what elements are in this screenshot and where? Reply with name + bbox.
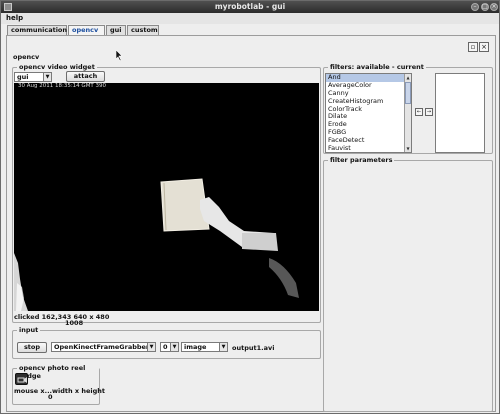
input-type-select[interactable]: image ▼ <box>181 342 228 352</box>
title-bar[interactable]: myrobotlab - gui – □ × <box>1 1 499 13</box>
scrollbar-thumb[interactable] <box>405 82 411 104</box>
panel-title: opencv <box>13 53 40 61</box>
tab-opencv[interactable]: opencv <box>68 25 105 35</box>
current-filters-list[interactable] <box>435 73 485 153</box>
chevron-down-icon: ▼ <box>219 343 227 351</box>
filters-title: filters: available - current <box>328 63 426 71</box>
video-status-text: clicked 162,343 640 x 480 <box>14 313 110 321</box>
app-window: myrobotlab - gui – □ × help communicatio… <box>0 0 500 414</box>
camera-index-value: 0 <box>163 343 168 351</box>
stop-button[interactable]: stop <box>17 342 47 353</box>
chevron-down-icon: ▼ <box>147 343 155 351</box>
add-filter-button[interactable]: ← <box>415 108 423 116</box>
photo-reel-value: 0 <box>48 393 53 401</box>
maximize-icon[interactable]: □ <box>481 3 489 11</box>
menu-help[interactable]: help <box>6 14 23 22</box>
window-title: myrobotlab - gui <box>214 2 286 11</box>
source-select-value: gui <box>17 73 29 81</box>
tab-gui[interactable]: gui <box>106 25 126 35</box>
tab-custom[interactable]: custom <box>127 25 159 35</box>
scroll-up-icon[interactable]: ▲ <box>405 74 411 81</box>
frame-number: 1008 <box>65 319 84 327</box>
menu-bar: help <box>1 13 499 24</box>
tab-communication[interactable]: communication <box>7 25 67 35</box>
panel-close-button[interactable]: × <box>479 42 489 52</box>
input-file-field[interactable]: output1.avi <box>232 344 274 352</box>
photo-reel-title: opencv photo reel widge <box>17 364 99 380</box>
available-filters-list[interactable]: And AverageColor Canny CreateHistogram C… <box>325 73 412 153</box>
video-frame-image <box>14 178 299 311</box>
filter-item[interactable]: Fauvist <box>326 144 411 152</box>
chevron-down-icon: ▼ <box>170 343 178 351</box>
camera-index-select[interactable]: 0 ▼ <box>160 342 179 352</box>
video-widget-title: opencv video widget <box>17 63 97 71</box>
input-type-value: image <box>184 343 207 351</box>
grabber-select-value: OpenKinectFrameGrabber <box>54 343 150 351</box>
input-title: input <box>17 326 41 334</box>
undock-button[interactable]: ▫ <box>468 42 478 52</box>
filter-parameters-group: filter parameters <box>323 156 493 412</box>
filter-parameters-title: filter parameters <box>328 156 395 164</box>
filters-scrollbar[interactable]: ▲ ▼ <box>404 74 411 152</box>
mouse-cursor-icon <box>116 50 123 61</box>
photo-reel-caption: mouse x...width x height <box>14 387 105 395</box>
chevron-down-icon: ▼ <box>43 73 51 81</box>
minimize-icon[interactable]: – <box>471 3 479 11</box>
video-display[interactable]: 30 Aug 2011 18:35:14 GMT 390 <box>14 83 319 311</box>
camera-icon[interactable] <box>15 373 28 385</box>
remove-filter-button[interactable]: → <box>425 108 433 116</box>
attach-button[interactable]: attach <box>66 71 105 82</box>
scroll-down-icon[interactable]: ▼ <box>405 145 411 152</box>
grabber-select[interactable]: OpenKinectFrameGrabber ▼ <box>51 342 156 352</box>
source-select[interactable]: gui ▼ <box>14 72 52 82</box>
close-icon[interactable]: × <box>490 3 498 11</box>
